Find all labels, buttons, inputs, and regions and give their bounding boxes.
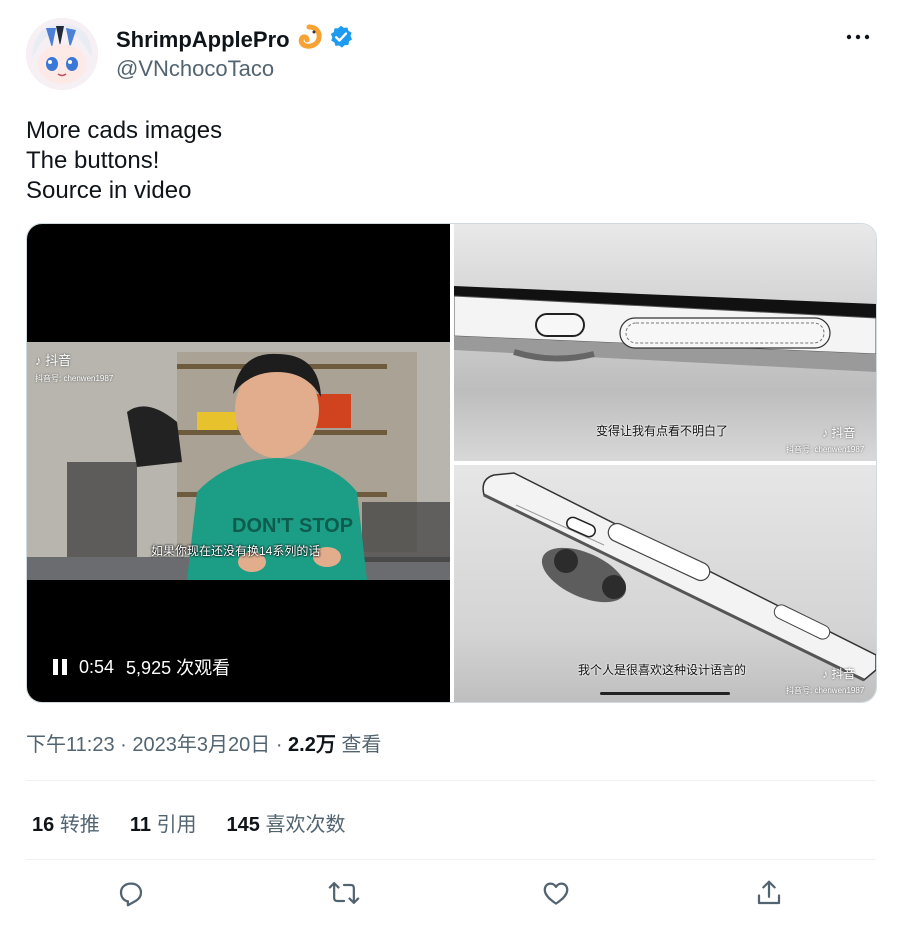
author-handle[interactable]: @VNchocoTaco xyxy=(116,56,274,82)
views-count: 2.2万 xyxy=(288,734,336,756)
retweets-label: 转推 xyxy=(59,814,100,836)
likes-count: 145 xyxy=(226,814,260,836)
author-name-row: ShrimpApplePro xyxy=(116,24,354,55)
share-icon[interactable] xyxy=(752,876,786,910)
tiktok-logo-icon: ♪ 抖音 xyxy=(35,353,72,368)
image-subtitle: 变得让我有点看不明白了 xyxy=(596,424,729,438)
retweets-stat[interactable]: 16 转推 xyxy=(32,808,100,837)
video-player[interactable]: DON'T STOP ♪ 抖音 抖音号: chenwen1987 如果你现在还没… xyxy=(27,224,450,702)
display-name[interactable]: ShrimpApplePro xyxy=(116,27,290,53)
video-controls: 0:54 5,925 次观看 xyxy=(53,654,230,680)
tweet-text-line: More cads images xyxy=(26,117,223,144)
svg-text:DON'T STOP: DON'T STOP xyxy=(232,515,353,537)
pause-icon[interactable] xyxy=(53,659,67,675)
tweet-text: More cads images The buttons! Source in … xyxy=(26,116,222,206)
retweet-icon[interactable] xyxy=(327,876,361,910)
likes-label: 喜欢次数 xyxy=(265,814,346,836)
retweets-count: 16 xyxy=(32,814,55,836)
heart-icon[interactable] xyxy=(539,876,573,910)
meta-separator: · xyxy=(275,734,283,756)
divider xyxy=(26,859,876,860)
media-image-bottom[interactable]: 我个人是很喜欢这种设计语言的 ♪ 抖音 抖音号: chenwen1987 xyxy=(454,465,876,702)
quotes-label: 引用 xyxy=(156,814,197,836)
tiktok-id: 抖音号: chenwen1987 xyxy=(35,374,114,383)
video-subtitle: 如果你现在还没有换14系列的话 xyxy=(151,544,321,558)
tweet-date[interactable]: 2023年3月20日 xyxy=(132,734,270,756)
video-time: 0:54 xyxy=(79,656,115,677)
tiktok-id: 抖音号: chenwen1987 xyxy=(786,686,865,695)
likes-stat[interactable]: 145 喜欢次数 xyxy=(227,808,346,837)
avatar-image xyxy=(26,18,98,90)
media-image-top[interactable]: 变得让我有点看不明白了 ♪ 抖音 抖音号: chenwen1987 xyxy=(454,224,876,461)
reply-icon[interactable] xyxy=(114,876,148,910)
tweet-time[interactable]: 下午11:23 xyxy=(26,734,115,756)
tweet-text-line: Source in video xyxy=(26,177,192,204)
meta-separator: · xyxy=(120,734,127,756)
tiktok-logo-icon: ♪ 抖音 xyxy=(822,667,856,681)
more-dots-icon[interactable] xyxy=(844,26,872,48)
tiktok-logo-icon: ♪ 抖音 xyxy=(822,426,856,440)
media-grid: DON'T STOP ♪ 抖音 抖音号: chenwen1987 如果你现在还没… xyxy=(26,223,877,703)
shrimp-emoji-icon xyxy=(296,24,322,55)
avatar[interactable] xyxy=(26,18,98,90)
tweet-meta: 下午11:23 · 2023年3月20日 · 2.2万 查看 xyxy=(26,728,381,757)
engagement-stats: 16 转推 11 引用 145 喜欢次数 xyxy=(32,808,345,837)
action-bar xyxy=(0,876,898,912)
views-label: 查看 xyxy=(341,734,382,756)
tweet-text-line: The buttons! xyxy=(26,147,160,174)
quotes-count: 11 xyxy=(129,814,151,836)
verified-badge-icon xyxy=(328,24,354,55)
image-subtitle: 我个人是很喜欢这种设计语言的 xyxy=(578,663,747,677)
video-views: 5,925 次观看 xyxy=(126,658,231,678)
video-frame: DON'T STOP ♪ 抖音 抖音号: chenwen1987 如果你现在还没… xyxy=(27,342,450,580)
tiktok-id: 抖音号: chenwen1987 xyxy=(786,445,865,454)
tweet: ShrimpApplePro @VNchocoTaco More cads im… xyxy=(0,0,898,930)
divider xyxy=(26,780,876,781)
quotes-stat[interactable]: 11 引用 xyxy=(130,808,197,837)
